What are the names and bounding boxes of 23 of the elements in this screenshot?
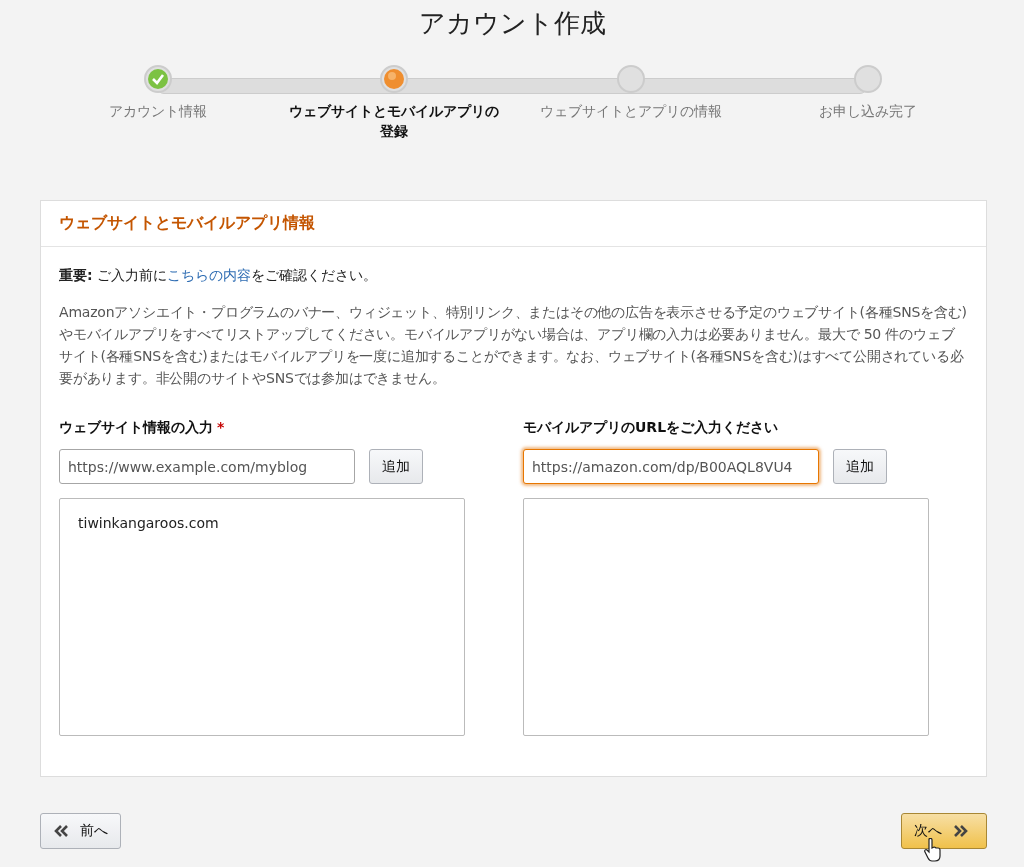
info-link[interactable]: こちらの内容 (167, 267, 252, 283)
hand-pointer-icon (924, 838, 942, 862)
add-button[interactable]: 追加 (833, 449, 887, 484)
card-title: ウェブサイトとモバイルアプリ情報 (59, 213, 315, 234)
step-label: アカウント情報 (108, 102, 207, 121)
entry-list-box[interactable] (523, 498, 929, 736)
back-button[interactable]: 前へ (40, 813, 121, 849)
url-input-field[interactable]: https://amazon.com/dp/B00AQL8VU4 (523, 449, 819, 484)
add-button[interactable]: 追加 (369, 449, 423, 484)
field-label: モバイルアプリのURLをご入力ください (523, 419, 779, 437)
double-chevron-right-icon (952, 824, 969, 838)
step-label: ウェブサイトとモバイルアプリの登録 (288, 102, 501, 142)
notice-text: 重要: ご入力前に こちらの内容をご確認ください。 (59, 267, 379, 285)
step-label: お申し込み完了 (818, 102, 917, 121)
entry-list-box[interactable]: tiwinkangaroos.com (59, 498, 465, 736)
required-mark: * (217, 419, 225, 435)
list-entry[interactable]: tiwinkangaroos.com (78, 513, 446, 533)
description-text: Amazonアソシエイト・プログラムのバナー、ウィジェット、特別リンク、またはその他の広告を表示させる予定のウェブサイト(各種SNSを含む)やモバイルアプリをすべてリストアップしてください。モバイルアプリがない場合は、アプリ欄の入力は必要ありません。最大で 50 件のウェブサイト(各種SNSを含む)またはモバイルアプリを一度に追加することができます。なお、ウェブサイト(各種SNSを含む)はすべて公開されている必要があります。非公開のサイトやSNSでは参加はできません。 (59, 303, 968, 388)
step-label: ウェブサイトとアプリの情報 (539, 102, 722, 121)
page-title: アカウント作成 (418, 7, 606, 40)
double-chevron-left-icon (53, 824, 70, 838)
url-input-field[interactable]: https://www.example.com/myblog (59, 449, 355, 484)
field-label: ウェブサイト情報の入力 (59, 419, 213, 437)
